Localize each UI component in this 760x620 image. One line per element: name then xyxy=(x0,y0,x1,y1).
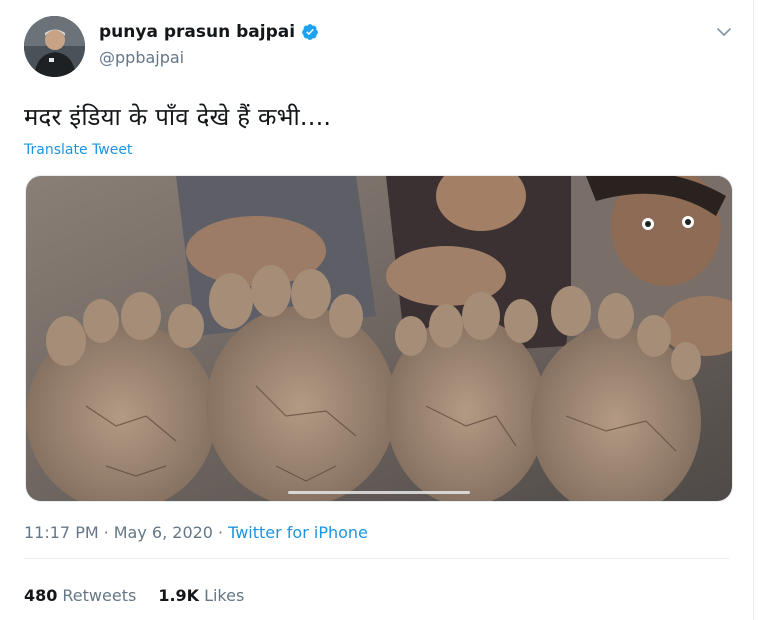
tweet-source-link[interactable]: Twitter for iPhone xyxy=(228,523,368,542)
retweets-count: 480 xyxy=(24,586,58,605)
tweet-date[interactable]: May 6, 2020 xyxy=(114,523,213,542)
avatar[interactable] xyxy=(24,16,85,77)
meta-separator: · xyxy=(103,523,109,542)
translate-tweet-link[interactable]: Translate Tweet xyxy=(24,142,132,158)
tweet-media-photo[interactable] xyxy=(25,175,733,502)
avatar-image xyxy=(24,16,85,77)
tweet-text: मदर इंडिया के पाँव देखे हैं कभी.... xyxy=(24,103,332,131)
meta-separator-2: · xyxy=(217,523,224,542)
retweets-stat[interactable]: 480 Retweets xyxy=(24,586,136,605)
author-handle[interactable]: @ppbajpai xyxy=(99,48,184,67)
likes-label: Likes xyxy=(204,586,245,605)
verified-badge-icon xyxy=(301,23,319,41)
likes-count: 1.9K xyxy=(158,586,200,605)
author-name-row: punya prasun bajpai xyxy=(99,22,319,42)
divider xyxy=(24,558,729,559)
retweets-label: Retweets xyxy=(62,586,137,605)
likes-stat[interactable]: 1.9K Likes xyxy=(158,586,244,605)
tweet-time[interactable]: 11:17 PM xyxy=(24,523,99,542)
photo-image xyxy=(26,176,732,501)
author-display-name[interactable]: punya prasun bajpai xyxy=(99,22,295,42)
tweet-stats: 480 Retweets 1.9K Likes xyxy=(24,586,244,605)
chevron-down-icon[interactable] xyxy=(712,20,736,44)
tweet-card: punya prasun bajpai @ppbajpai मदर इंडिया… xyxy=(0,0,754,620)
tweet-meta: 11:17 PM · May 6, 2020 · Twitter for iPh… xyxy=(24,523,368,542)
